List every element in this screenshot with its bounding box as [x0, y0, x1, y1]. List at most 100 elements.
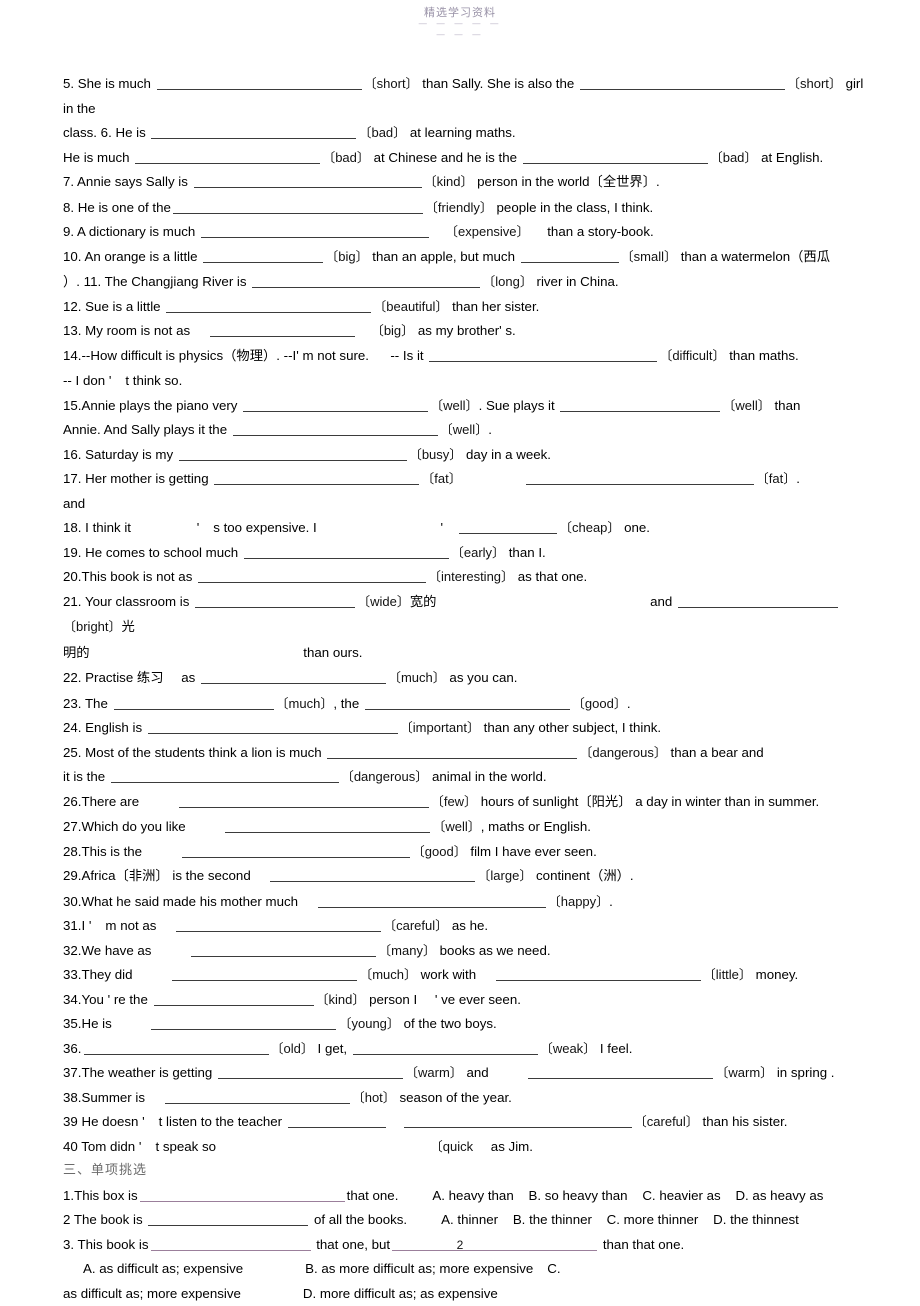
answer-blank[interactable]	[151, 125, 356, 139]
answer-blank[interactable]	[678, 594, 838, 608]
answer-blank[interactable]	[151, 1016, 336, 1030]
answer-blank[interactable]	[176, 918, 381, 932]
answer-blank[interactable]	[244, 545, 449, 559]
mc-question-2: 2 The book is of all the books.A. thinne…	[63, 1208, 871, 1233]
chinese-gloss: 练习	[137, 671, 164, 686]
sentence-text: 18. I think it	[63, 520, 135, 535]
exercise-line: 39 He doesn 't listen to the teacher 〔ca…	[63, 1110, 871, 1135]
answer-blank[interactable]	[233, 422, 438, 436]
answer-blank[interactable]	[148, 1212, 308, 1226]
sentence-text: than any other subject, I think.	[480, 720, 661, 735]
chinese-gloss: 非洲	[129, 869, 156, 884]
answer-blank[interactable]	[157, 76, 362, 90]
answer-blank[interactable]	[225, 819, 430, 833]
word-cue: 〔well〕	[440, 422, 488, 437]
answer-blank[interactable]	[140, 1188, 345, 1202]
sentence-text: than a story-book.	[544, 224, 654, 239]
sentence-text: 31.I '	[63, 918, 91, 933]
sentence-text: continent（	[532, 868, 603, 883]
sentence-text: of the two boys.	[400, 1016, 497, 1031]
answer-blank[interactable]	[203, 249, 323, 263]
answer-blank[interactable]	[179, 447, 407, 461]
answer-blank[interactable]	[148, 720, 398, 734]
sentence-text: at English.	[757, 150, 823, 165]
word-cue: 〔bright〕	[63, 619, 122, 634]
sentence-text: , the	[333, 696, 363, 711]
answer-blank[interactable]	[114, 696, 274, 710]
answer-blank[interactable]	[218, 1065, 403, 1079]
exercise-line: 10. An orange is a little 〔big〕 than an …	[63, 245, 871, 271]
answer-blank[interactable]	[182, 844, 410, 858]
word-cue: 〔interesting〕	[428, 569, 514, 584]
sentence-text: at Chinese and he is the	[370, 150, 521, 165]
answer-blank[interactable]	[194, 174, 422, 188]
sentence-text: .	[488, 422, 492, 437]
answer-blank[interactable]	[243, 398, 428, 412]
sentence-text: 20.This book is not as	[63, 569, 196, 584]
sentence-text: 14.--How difficult is physics（	[63, 348, 236, 363]
answer-blank[interactable]	[523, 150, 708, 164]
answer-blank[interactable]	[521, 249, 619, 263]
answer-blank[interactable]	[560, 398, 720, 412]
answer-blank[interactable]	[214, 471, 419, 485]
sentence-text: 36.	[63, 1041, 82, 1056]
sentence-text: than I.	[505, 545, 546, 560]
answer-blank[interactable]	[191, 943, 376, 957]
answer-blank[interactable]	[327, 745, 577, 759]
answer-blank[interactable]	[154, 992, 314, 1006]
sentence-text: m not as	[105, 918, 160, 933]
exercise-line: 13. My room is not as 〔big〕 as my brothe…	[63, 319, 871, 344]
sentence-text: 32.We have as	[63, 943, 155, 958]
sentence-text: person I	[365, 992, 420, 1007]
word-cue: 〔well〕	[430, 398, 478, 413]
answer-blank[interactable]	[201, 224, 429, 238]
sentence-text: He is much	[63, 150, 133, 165]
sentence-text: season of the year.	[396, 1090, 512, 1105]
answer-blank[interactable]	[111, 769, 339, 783]
answer-blank[interactable]	[201, 670, 386, 684]
answer-blank[interactable]	[165, 1090, 350, 1104]
word-cue: 〔difficult〕	[659, 348, 725, 363]
exercise-line: and	[63, 492, 871, 517]
answer-blank[interactable]	[365, 696, 570, 710]
exercise-line: 29.Africa〔非洲〕 is the second 〔large〕 cont…	[63, 864, 871, 890]
watermark-title: 精选学习资料	[0, 6, 920, 19]
answer-blank[interactable]	[404, 1114, 632, 1128]
sentence-text: than	[771, 398, 801, 413]
answer-blank[interactable]	[353, 1041, 538, 1055]
answer-blank[interactable]	[270, 868, 475, 882]
answer-blank[interactable]	[288, 1114, 386, 1128]
answer-blank[interactable]	[166, 299, 371, 313]
sentence-text: 2 The book is	[63, 1212, 146, 1227]
word-cue: 〔little〕	[703, 967, 752, 982]
sentence-text: than a bear and	[667, 745, 764, 760]
document-page: 精选学习资料 — — — — — — — — 5. She is much 〔s…	[0, 0, 920, 1303]
answer-blank[interactable]	[528, 1065, 713, 1079]
sentence-text: , maths or English.	[481, 819, 591, 834]
word-cue: 〔bad〕	[358, 125, 406, 140]
sentence-text: than her sister.	[448, 299, 539, 314]
answer-blank[interactable]	[580, 76, 785, 90]
answer-blank[interactable]	[459, 520, 557, 534]
page-number: 2	[0, 1238, 920, 1252]
answer-blank[interactable]	[179, 794, 429, 808]
answer-blank[interactable]	[172, 967, 357, 981]
exercise-line: 18. I think it 's too expensive. I '〔che…	[63, 516, 871, 541]
word-cue: 〔quick	[430, 1139, 473, 1154]
answer-blank[interactable]	[210, 323, 355, 337]
sentence-text: than his sister.	[699, 1114, 788, 1129]
answer-blank[interactable]	[252, 274, 480, 288]
answer-blank[interactable]	[429, 348, 657, 362]
mc-question-3-choices-row-2: as difficult as; more expensiveD. more d…	[63, 1282, 871, 1306]
answer-blank[interactable]	[84, 1041, 269, 1055]
answer-blank[interactable]	[318, 894, 546, 908]
sentence-text: 16. Saturday is my	[63, 447, 177, 462]
answer-blank[interactable]	[195, 594, 355, 608]
exercise-line: 16. Saturday is my 〔busy〕 day in a week.	[63, 443, 871, 468]
answer-blank[interactable]	[198, 569, 426, 583]
answer-blank[interactable]	[526, 471, 754, 485]
sentence-text: 9. A dictionary is much	[63, 224, 199, 239]
answer-blank[interactable]	[173, 200, 423, 214]
answer-blank[interactable]	[135, 150, 320, 164]
answer-blank[interactable]	[496, 967, 701, 981]
